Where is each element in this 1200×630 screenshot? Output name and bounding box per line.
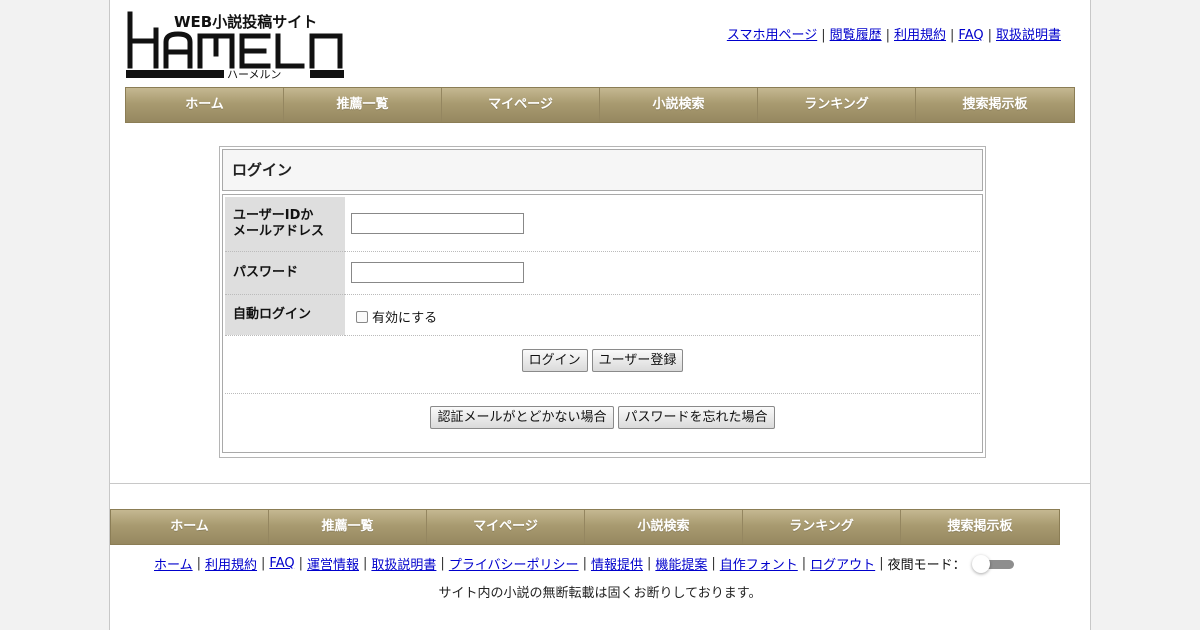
auto-login-checkbox[interactable] <box>356 310 368 323</box>
auto-login-row: 自動ログイン 有効にする <box>225 294 980 336</box>
login-form: ユーザーIDか メールアドレス パスワード 自動ログイン 有効にする ログイン … <box>222 194 983 453</box>
copyright-notice: サイト内の小説の無断転載は固くお断りしております。 <box>438 586 762 601</box>
password-row: パスワード <box>225 251 980 295</box>
login-button[interactable]: ログイン <box>521 348 588 372</box>
footer-links: ホーム | 利用規約 | FAQ | 運営情報 | 取扱説明書 | プライバシーポリシー |… <box>154 554 1016 573</box>
footer-link-terms[interactable]: 利用規約 <box>205 554 257 573</box>
footer-nav-mypage[interactable]: マイページ <box>427 510 585 544</box>
night-mode-label: 夜間モード： <box>887 558 966 573</box>
manual-link[interactable]: 取扱説明書 <box>996 28 1061 43</box>
history-link[interactable]: 閲覧履歴 <box>830 28 882 43</box>
login-panel: ログイン ユーザーIDか メールアドレス パスワード 自動ログイン 有効にする … <box>219 146 986 458</box>
login-form-table: ユーザーIDか メールアドレス パスワード 自動ログイン 有効にする <box>225 197 980 336</box>
footer-link-home[interactable]: ホーム <box>154 554 193 573</box>
footer-nav-home[interactable]: ホーム <box>111 510 269 544</box>
footer-nav-ranking[interactable]: ランキング <box>743 510 901 544</box>
register-button[interactable]: ユーザー登録 <box>591 348 684 372</box>
forgot-password-button[interactable]: パスワードを忘れた場合 <box>617 405 775 429</box>
footer-nav-novel-search[interactable]: 小説検索 <box>585 510 743 544</box>
user-id-label: ユーザーIDか メールアドレス <box>225 197 345 252</box>
nav-home[interactable]: ホーム <box>126 88 284 122</box>
password-label: パスワード <box>225 251 345 295</box>
auto-login-checkbox-label: 有効にする <box>372 311 438 326</box>
footer-link-privacy[interactable]: プライバシーポリシー <box>449 554 579 573</box>
mail-not-received-button[interactable]: 認証メールがとどかない場合 <box>430 405 614 429</box>
nav-novel-search[interactable]: 小説検索 <box>600 88 758 122</box>
nav-ranking[interactable]: ランキング <box>758 88 916 122</box>
nav-mypage[interactable]: マイページ <box>442 88 600 122</box>
auto-login-label: 自動ログイン <box>225 294 345 336</box>
footer-link-feature-request[interactable]: 機能提案 <box>655 554 707 573</box>
smartphone-page-link[interactable]: スマホ用ページ <box>727 28 817 43</box>
help-actions: 認証メールがとどかない場合 パスワードを忘れた場合 <box>225 394 980 452</box>
footer-link-faq[interactable]: FAQ <box>269 556 294 571</box>
auto-login-option[interactable]: 有効にする <box>351 307 974 326</box>
nav-search-board[interactable]: 捜索掲示板 <box>916 88 1074 122</box>
svg-text:ハーメルン: ハーメルン <box>227 68 281 80</box>
user-id-input[interactable] <box>351 213 524 235</box>
footer-link-manual[interactable]: 取扱説明書 <box>371 554 436 573</box>
page-container: WEB小説投稿サイト ハーメルン スマホ用ページ | 閲覧履歴 | 利用規約 | FAQ | 取… <box>109 0 1091 630</box>
main-nav: ホーム 推薦一覧 マイページ 小説検索 ランキング 捜索掲示板 <box>125 87 1075 123</box>
login-actions: ログイン ユーザー登録 <box>225 336 980 394</box>
footer-link-logout[interactable]: ログアウト <box>810 554 875 573</box>
svg-text:WEB小説投稿サイト: WEB小説投稿サイト <box>174 13 317 31</box>
footer-nav-search-board[interactable]: 捜索掲示板 <box>901 510 1059 544</box>
nav-recommendations[interactable]: 推薦一覧 <box>284 88 442 122</box>
faq-link[interactable]: FAQ <box>958 28 983 43</box>
night-mode-toggle-knob <box>971 554 990 573</box>
footer-link-custom-font[interactable]: 自作フォント <box>720 554 798 573</box>
footer-link-operator-info[interactable]: 運営情報 <box>307 554 359 573</box>
footer-link-report[interactable]: 情報提供 <box>591 554 643 573</box>
hameln-logo[interactable]: WEB小説投稿サイト ハーメルン <box>126 10 346 80</box>
header-links: スマホ用ページ | 閲覧履歴 | 利用規約 | FAQ | 取扱説明書 <box>726 28 1061 43</box>
divider <box>110 483 1090 484</box>
footer-nav-recommendations[interactable]: 推薦一覧 <box>269 510 427 544</box>
user-id-row: ユーザーIDか メールアドレス <box>225 197 980 252</box>
footer-nav: ホーム 推薦一覧 マイページ 小説検索 ランキング 捜索掲示板 <box>110 509 1060 545</box>
login-title: ログイン <box>222 149 983 191</box>
night-mode-toggle[interactable] <box>971 554 1016 573</box>
password-input[interactable] <box>351 262 524 283</box>
terms-link[interactable]: 利用規約 <box>894 28 946 43</box>
